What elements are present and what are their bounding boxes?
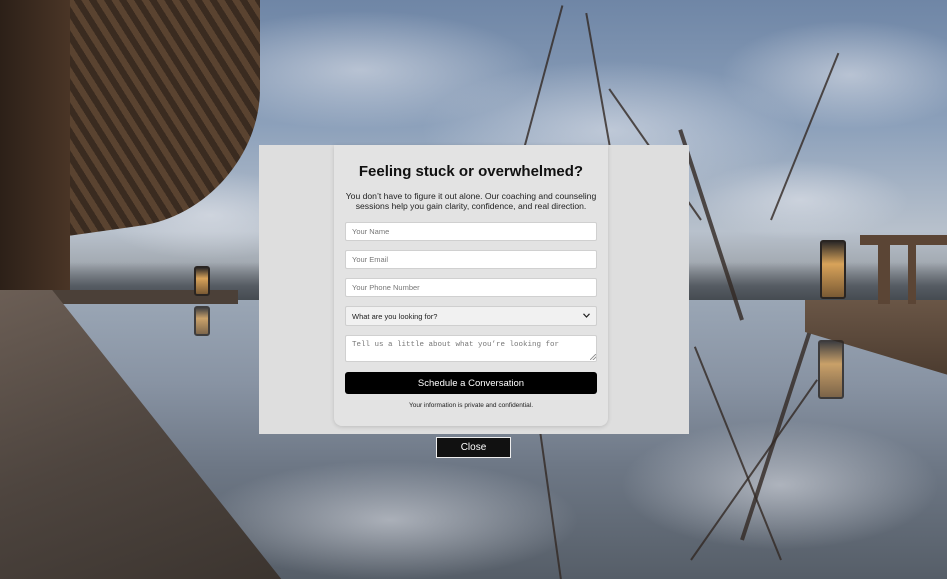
select-value: What are you looking for? [352, 311, 438, 321]
resize-handle-icon[interactable] [590, 354, 596, 360]
lantern-reflection [194, 306, 210, 336]
deck-post [878, 240, 890, 304]
cloud [690, 160, 910, 240]
schedule-conversation-button[interactable]: Schedule a Conversation [345, 372, 597, 394]
form-title: Feeling stuck or overwhelmed? [358, 163, 584, 180]
lantern-reflection [818, 340, 844, 399]
hut-post [0, 0, 70, 300]
privacy-note: Your information is private and confiden… [408, 402, 534, 409]
chevron-down-icon [583, 312, 590, 320]
deck-post [908, 244, 916, 304]
name-field[interactable] [345, 222, 597, 241]
background-photo: Feeling stuck or overwhelmed? You don’t … [0, 0, 947, 579]
close-button[interactable]: Close [436, 437, 511, 458]
lantern [194, 266, 210, 296]
message-field[interactable] [345, 335, 597, 362]
form-subtitle: You don’t have to figure it out alone. O… [345, 191, 597, 211]
phone-field[interactable] [345, 278, 597, 297]
deck-rail [860, 235, 947, 245]
email-field[interactable] [345, 250, 597, 269]
lantern [820, 240, 846, 299]
looking-for-select[interactable]: What are you looking for? [345, 306, 597, 326]
cloud-reflection [620, 420, 940, 550]
